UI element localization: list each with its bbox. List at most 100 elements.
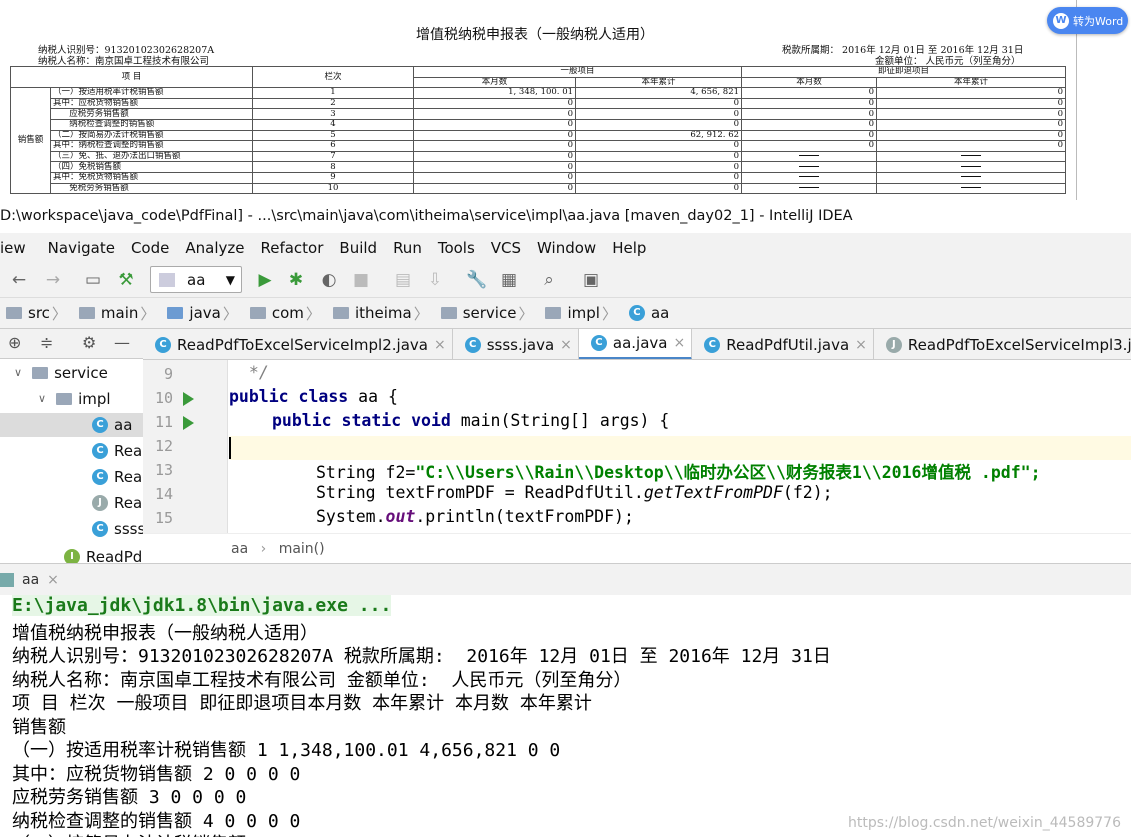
line-number: 15: [154, 509, 173, 527]
table-row: 纳税检查调整的销售额 4 0 0 0 0: [11, 118, 1067, 131]
frame-icon[interactable]: ▭: [82, 267, 104, 293]
row-item: 应税劳务销售额: [49, 108, 254, 120]
static-field: out: [385, 507, 416, 526]
sdk-icon[interactable]: ▤: [392, 267, 414, 293]
run-class-icon[interactable]: [183, 392, 194, 406]
close-icon[interactable]: ×: [855, 337, 867, 353]
breadcrumb-item[interactable]: Caa: [628, 304, 670, 322]
tab-label: aa.java: [612, 334, 668, 352]
breadcrumb-item[interactable]: java 〉: [167, 303, 243, 324]
pdf-viewer: 增值税纳税申报表（一般纳税人适用） 纳税人识别号：913201023026282…: [0, 0, 1131, 200]
menu-item[interactable]: VCS: [491, 239, 521, 257]
console-line: （一）按适用税率计税销售额 1 1,348,100.01 4,656,821 0…: [12, 740, 561, 761]
search-icon[interactable]: ⌕: [538, 267, 560, 293]
menu-item[interactable]: Tools: [438, 239, 475, 257]
tree-node-class[interactable]: J Reac: [92, 491, 143, 515]
folder-icon: [545, 307, 562, 319]
watermark: https://blog.csdn.net/weixin_44589776: [847, 815, 1121, 831]
convert-to-word-button[interactable]: W 转为Word: [1047, 7, 1128, 34]
build-hammer-icon[interactable]: ⚒: [114, 267, 138, 293]
debug-icon[interactable]: ✱: [285, 267, 307, 293]
console-line: 纳税人识别号：91320102302628207A 税款所属期: 2016年 1…: [12, 646, 831, 667]
tree-node-impl[interactable]: ∨ impl: [38, 387, 111, 411]
close-icon[interactable]: ×: [434, 337, 446, 353]
editor-tab[interactable]: J ReadPdfToExcelServiceImpl3.java: [874, 329, 1131, 359]
menu-item[interactable]: Refactor: [260, 239, 323, 257]
row-item: 其中：免税货物销售额: [49, 171, 254, 184]
close-icon[interactable]: ×: [47, 572, 59, 588]
breadcrumb-item[interactable]: impl 〉: [545, 303, 622, 324]
coverage-icon[interactable]: ◐: [318, 267, 340, 293]
run-config-select[interactable]: aa ▼: [150, 266, 242, 293]
row-v3: 0: [741, 118, 878, 131]
tree-node-label: aa: [114, 416, 133, 434]
breadcrumb-item[interactable]: itheima 〉: [332, 303, 435, 324]
line-number: 13: [154, 461, 173, 479]
breadcrumb-item[interactable]: com 〉: [249, 303, 327, 324]
locate-icon[interactable]: ⊕: [8, 333, 21, 352]
editor-tab[interactable]: C ReadPdfUtil.java ×: [692, 329, 874, 359]
gear-icon[interactable]: ⚙: [82, 333, 96, 352]
crumb-method[interactable]: main(): [279, 541, 325, 557]
breadcrumb-item[interactable]: main 〉: [78, 303, 162, 324]
breadcrumb-label: com: [271, 304, 304, 322]
header-year: 本年累计: [876, 76, 1067, 89]
run-console[interactable]: https://blog.csdn.net/weixin_44589776 E:…: [0, 595, 1131, 837]
line-number: 9: [163, 365, 173, 383]
crumb-class[interactable]: aa: [231, 541, 248, 557]
close-icon[interactable]: ×: [674, 335, 686, 351]
download-icon[interactable]: ⇩: [424, 267, 446, 293]
run-main-icon[interactable]: [183, 416, 194, 430]
settings-wrench-icon[interactable]: 🔧: [466, 267, 488, 293]
menu-item[interactable]: Analyze: [185, 239, 244, 257]
menu-item[interactable]: Window: [537, 239, 596, 257]
terminal-icon[interactable]: ▣: [580, 267, 602, 293]
menu-item[interactable]: Code: [131, 239, 169, 257]
back-icon[interactable]: ←: [8, 267, 30, 293]
word-icon: W: [1053, 12, 1069, 29]
chevron-down-icon: ∨: [38, 392, 47, 405]
vat-return-table: 项 目 栏次 一般项目 即征即退项目 本月数 本年累计 本月数 本年累计 销售额…: [9, 65, 1067, 195]
forward-icon[interactable]: →: [42, 267, 64, 293]
stop-icon[interactable]: ■: [350, 267, 372, 293]
breadcrumb-item[interactable]: service 〉: [440, 303, 540, 324]
menu-item[interactable]: Build: [339, 239, 377, 257]
tree-node-class[interactable]: C ssss: [92, 517, 143, 541]
row-item: 纳税检查调整的销售额: [49, 118, 254, 131]
editor-tab[interactable]: Cssss.java ×: [453, 329, 579, 359]
row-dash: [741, 182, 878, 195]
tree-node-class[interactable]: C Reac: [92, 465, 143, 489]
table-row: （三）免、抵、退办法出口销售额 7 0 0: [11, 150, 1067, 163]
line-number: 11: [154, 413, 173, 431]
tab-label: ReadPdfUtil.java: [726, 335, 850, 354]
config-icon: [159, 272, 175, 287]
menu-item[interactable]: Help: [612, 239, 646, 257]
run-tab-label[interactable]: aa: [22, 572, 39, 588]
dash-line: [961, 155, 982, 157]
breadcrumb-label: aa: [650, 304, 670, 322]
editor-tab[interactable]: Caa.java ×: [578, 329, 693, 359]
project-structure-icon[interactable]: ▦: [498, 267, 520, 293]
tree-node-class[interactable]: C Reac: [92, 439, 143, 463]
tree-node-service[interactable]: ∨ service: [14, 361, 108, 385]
breadcrumb-item[interactable]: src 〉: [6, 303, 73, 324]
close-icon[interactable]: ×: [560, 337, 572, 353]
header-month: 本月数: [741, 76, 878, 89]
tab-label: ssss.java: [486, 335, 555, 354]
class-icon: C: [92, 521, 108, 537]
class-icon: C: [628, 305, 645, 321]
menu-item[interactable]: iew: [0, 239, 26, 257]
editor-tab[interactable]: C ReadPdfToExcelServiceImpl2.java ×: [143, 329, 453, 359]
run-icon[interactable]: ▶: [254, 267, 276, 293]
menu-item[interactable]: Run: [393, 239, 422, 257]
row-no: 7: [252, 150, 415, 163]
tab-label: ReadPdfToExcelServiceImpl3.java: [907, 335, 1131, 354]
hide-icon[interactable]: —: [114, 333, 130, 352]
table-row: （二）按简易办法计税销售额 5 0 62, 912. 62 0 0: [11, 129, 1067, 142]
collapse-icon[interactable]: ≑: [40, 333, 53, 352]
class-icon: C: [464, 336, 481, 353]
code-editor[interactable]: 9 10 11 12 13 14 15 */ public class aa { publi…: [143, 360, 1131, 533]
line-number: 14: [154, 485, 173, 503]
menu-item[interactable]: Navigate: [48, 239, 115, 257]
tree-node-aa[interactable]: C aa: [0, 413, 143, 437]
